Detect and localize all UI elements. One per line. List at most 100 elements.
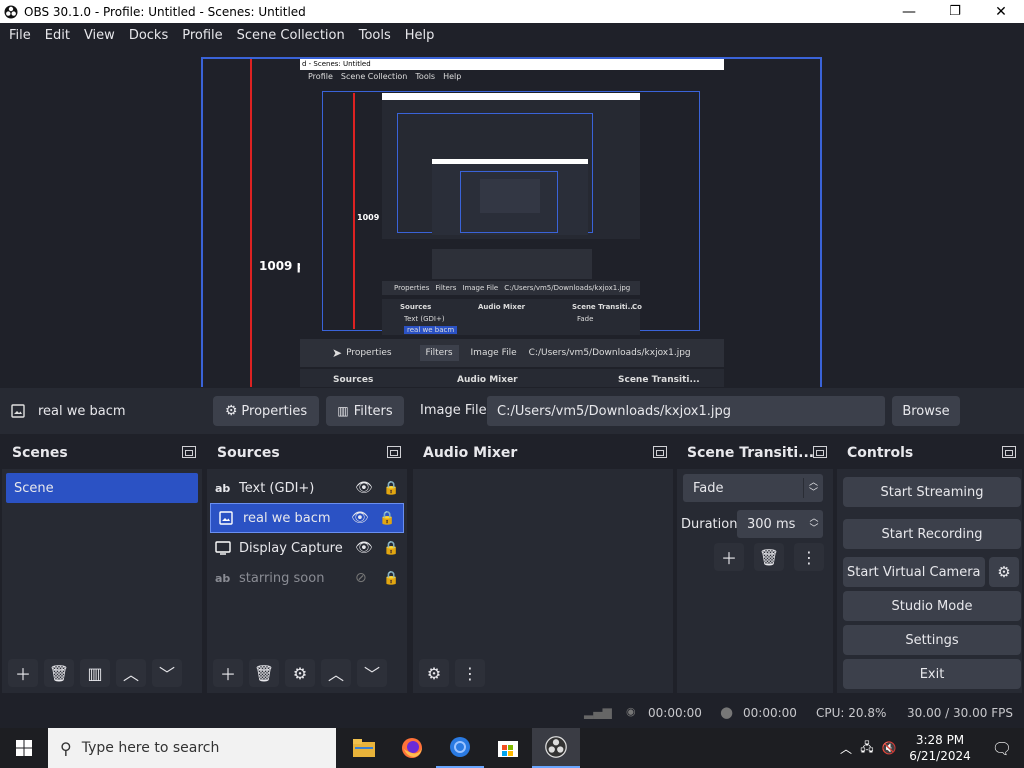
lock-icon[interactable]: 🔒 [383, 481, 407, 496]
source-item[interactable]: Display Capture 👁 🔒 [207, 533, 407, 563]
window-title: OBS 30.1.0 - Profile: Untitled - Scenes:… [24, 4, 306, 19]
controls-header: Controls [837, 437, 1022, 469]
exit-button[interactable]: Exit [843, 659, 1021, 689]
studio-mode-button[interactable]: Studio Mode [843, 591, 1021, 621]
settings-button[interactable]: Settings [843, 625, 1021, 655]
file-explorer-icon[interactable] [340, 728, 388, 768]
add-transition-button[interactable]: ＋ [714, 543, 744, 571]
browse-button[interactable]: Browse [892, 396, 960, 426]
add-scene-button[interactable]: ＋ [8, 659, 38, 687]
undock-icon[interactable] [653, 446, 667, 458]
spin-arrows-icon[interactable]: ︿ ﹀ [805, 514, 823, 534]
nested-screen: d - Scenes: Untitled Profile Scene Colle… [300, 59, 724, 387]
source-item-hidden[interactable]: ab starring soon ⊘ 🔒 [207, 563, 407, 593]
properties-button[interactable]: ⚙ Properties [213, 396, 319, 426]
gear-icon: ⚙ [292, 663, 308, 683]
menu-profile[interactable]: Profile [175, 28, 229, 43]
scene-filters-button[interactable]: ▥ [80, 659, 110, 687]
undock-icon[interactable] [182, 446, 196, 458]
network-icon[interactable]: 🖧 [856, 738, 878, 759]
eye-icon[interactable]: 👁 [355, 540, 383, 556]
taskbar-search-box[interactable]: ⚲ Type here to search [48, 728, 336, 768]
maximize-button[interactable]: ❐ [932, 0, 978, 23]
menu-tools[interactable]: Tools [352, 28, 398, 43]
eye-icon[interactable]: 👁 [355, 480, 383, 496]
inner-cursor-icon: ➤ [332, 346, 343, 360]
start-recording-button[interactable]: Start Recording [843, 519, 1021, 549]
source-properties-button[interactable]: ⚙ [285, 659, 315, 687]
transition-select[interactable]: Fade ︿ ﹀ [683, 474, 823, 502]
remove-transition-button[interactable]: 🗑 [754, 543, 784, 571]
menu-view[interactable]: View [77, 28, 122, 43]
clock-time: 3:28 PM [915, 733, 965, 747]
studio-mode-label: Studio Mode [891, 598, 973, 614]
minimize-button[interactable]: — [886, 0, 932, 23]
gear-icon: ⚙ [224, 403, 238, 419]
eye-hidden-icon[interactable]: ⊘ [355, 570, 383, 586]
close-button[interactable]: ✕ [978, 0, 1024, 23]
menu-edit[interactable]: Edit [38, 28, 77, 43]
volume-muted-icon[interactable]: 🔇 [878, 741, 900, 755]
duration-spinbox[interactable]: 300 ms ︿ ﹀ [737, 510, 823, 538]
remove-source-button[interactable]: 🗑 [249, 659, 279, 687]
clock[interactable]: 3:28 PM 6/21/2024 [900, 732, 980, 764]
inner-path: C:/Users/vm5/Downloads/kxjox1.jpg [528, 348, 691, 358]
audio-menu-button[interactable]: ⋮ [455, 659, 485, 687]
move-scene-up-button[interactable]: ︿ [116, 659, 146, 687]
nested-menu-bar: Profile Scene Collection Tools Help [308, 72, 461, 81]
windows-start-icon[interactable] [0, 728, 48, 768]
remove-scene-button[interactable]: 🗑 [44, 659, 74, 687]
menu-docks[interactable]: Docks [122, 28, 175, 43]
status-bar: ▂▄▆ ◉ 00:00:00 ● 00:00:00 CPU: 20.8% 30.… [0, 697, 1024, 728]
search-icon: ⚲ [60, 738, 72, 758]
add-source-button[interactable]: ＋ [213, 659, 243, 687]
firefox-icon[interactable] [388, 728, 436, 768]
virtual-camera-settings-button[interactable]: ⚙ [989, 557, 1019, 587]
lock-icon[interactable]: 🔒 [383, 571, 407, 586]
chrome-icon[interactable] [436, 728, 484, 768]
undock-icon[interactable] [387, 446, 401, 458]
move-source-down-button[interactable]: ﹀ [357, 659, 387, 687]
scenes-dock-header: Scenes [2, 437, 202, 469]
inner-context-bar: ➤ Properties Filters Image File C:/Users… [300, 339, 724, 367]
undock-icon[interactable] [1002, 446, 1016, 458]
trash-icon: 🗑 [48, 663, 70, 683]
undock-icon[interactable] [813, 446, 827, 458]
nested-measure-line [353, 93, 355, 329]
move-source-up-button[interactable]: ︿ [321, 659, 351, 687]
sources-dock-header: Sources [207, 437, 407, 469]
start-streaming-button[interactable]: Start Streaming [843, 477, 1021, 507]
notifications-icon[interactable]: 🗨 [980, 739, 1024, 758]
source-item[interactable]: ab Text (GDI+) 👁 🔒 [207, 473, 407, 503]
nested-menu-item: Profile [308, 72, 333, 81]
source-context-bar: real we bacm ⚙ Properties ▥ Filters Imag… [0, 388, 1024, 434]
inner-trans-title: Scene Transiti... [618, 375, 700, 385]
obs-taskbar-icon[interactable] [532, 728, 580, 768]
nested-path: C:/Users/vm5/Downloads/kxjox1.jpg [504, 284, 631, 292]
clock-date: 6/21/2024 [909, 749, 971, 763]
system-tray: ︿ 🖧 🔇 3:28 PM 6/21/2024 🗨 [836, 728, 1024, 768]
nested-audio-title: Audio Mixer [478, 303, 526, 311]
menu-file[interactable]: File [2, 28, 38, 43]
scene-item[interactable]: Scene [6, 473, 198, 503]
eye-icon[interactable]: 👁 [351, 510, 379, 526]
transition-menu-button[interactable]: ⋮ [794, 543, 824, 571]
image-path-field[interactable]: C:/Users/vm5/Downloads/kxjox1.jpg [487, 396, 885, 426]
chevron-down-icon: ﹀ [363, 665, 380, 684]
lock-icon[interactable]: 🔒 [383, 541, 407, 556]
menu-help[interactable]: Help [398, 28, 442, 43]
preview-canvas[interactable]: 1009 px d - Scenes: Untitled Profile Sce… [0, 47, 1024, 387]
inner-sources-title: Sources [333, 375, 374, 385]
menu-scene-collection[interactable]: Scene Collection [230, 28, 352, 43]
filters-button[interactable]: ▥ Filters [326, 396, 404, 426]
move-scene-down-button[interactable]: ﹀ [152, 659, 182, 687]
inner-filters: Filters [419, 345, 459, 361]
advanced-audio-button[interactable]: ⚙ [419, 659, 449, 687]
chevron-up-icon[interactable]: ︿ [836, 740, 856, 757]
taskbar-apps [340, 728, 580, 768]
nested-image-file: Image File [462, 284, 499, 292]
lock-icon[interactable]: 🔒 [379, 511, 403, 526]
start-virtual-camera-button[interactable]: Start Virtual Camera [843, 557, 985, 587]
microsoft-store-icon[interactable] [484, 728, 532, 768]
source-item-selected[interactable]: real we bacm 👁 🔒 [210, 503, 404, 533]
